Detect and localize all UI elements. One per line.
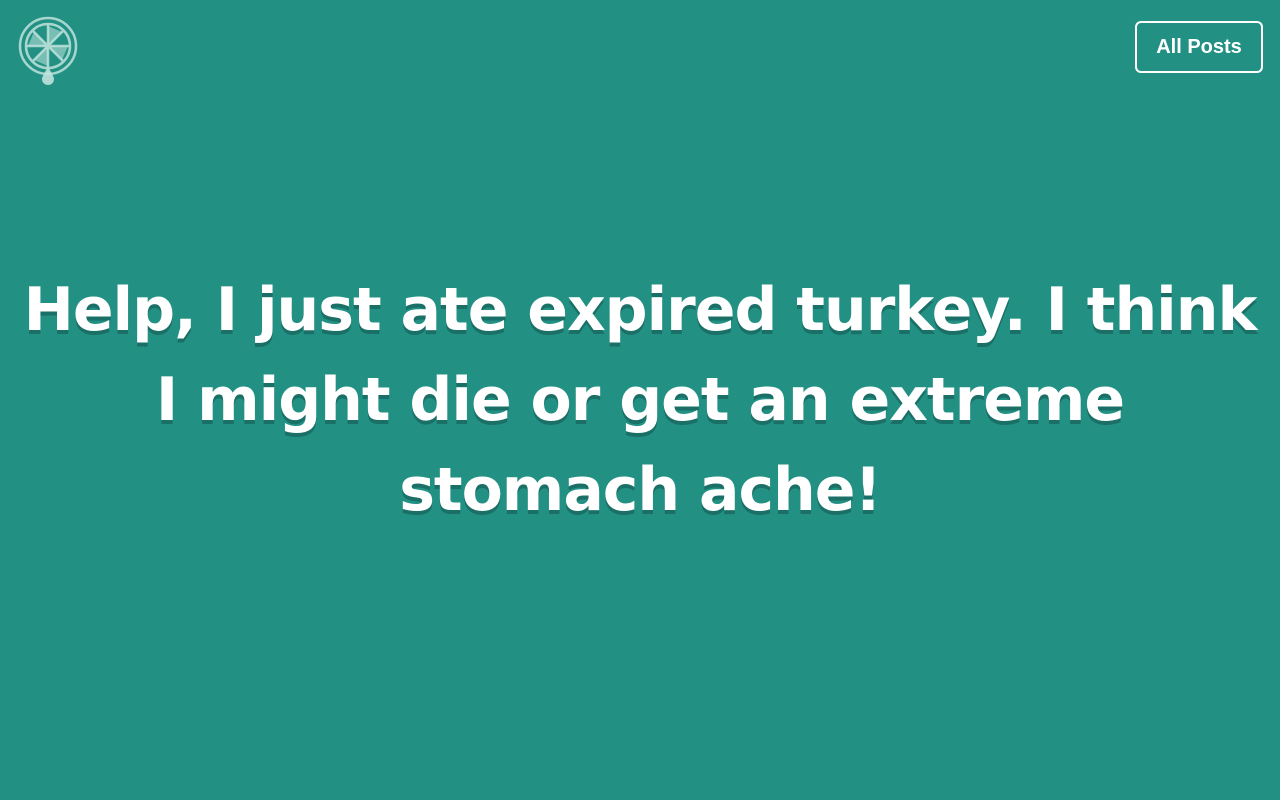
post-title: Help, I just ate expired turkey. I think… — [23, 275, 1258, 525]
post-title-container: Help, I just ate expired turkey. I think… — [0, 0, 1280, 800]
